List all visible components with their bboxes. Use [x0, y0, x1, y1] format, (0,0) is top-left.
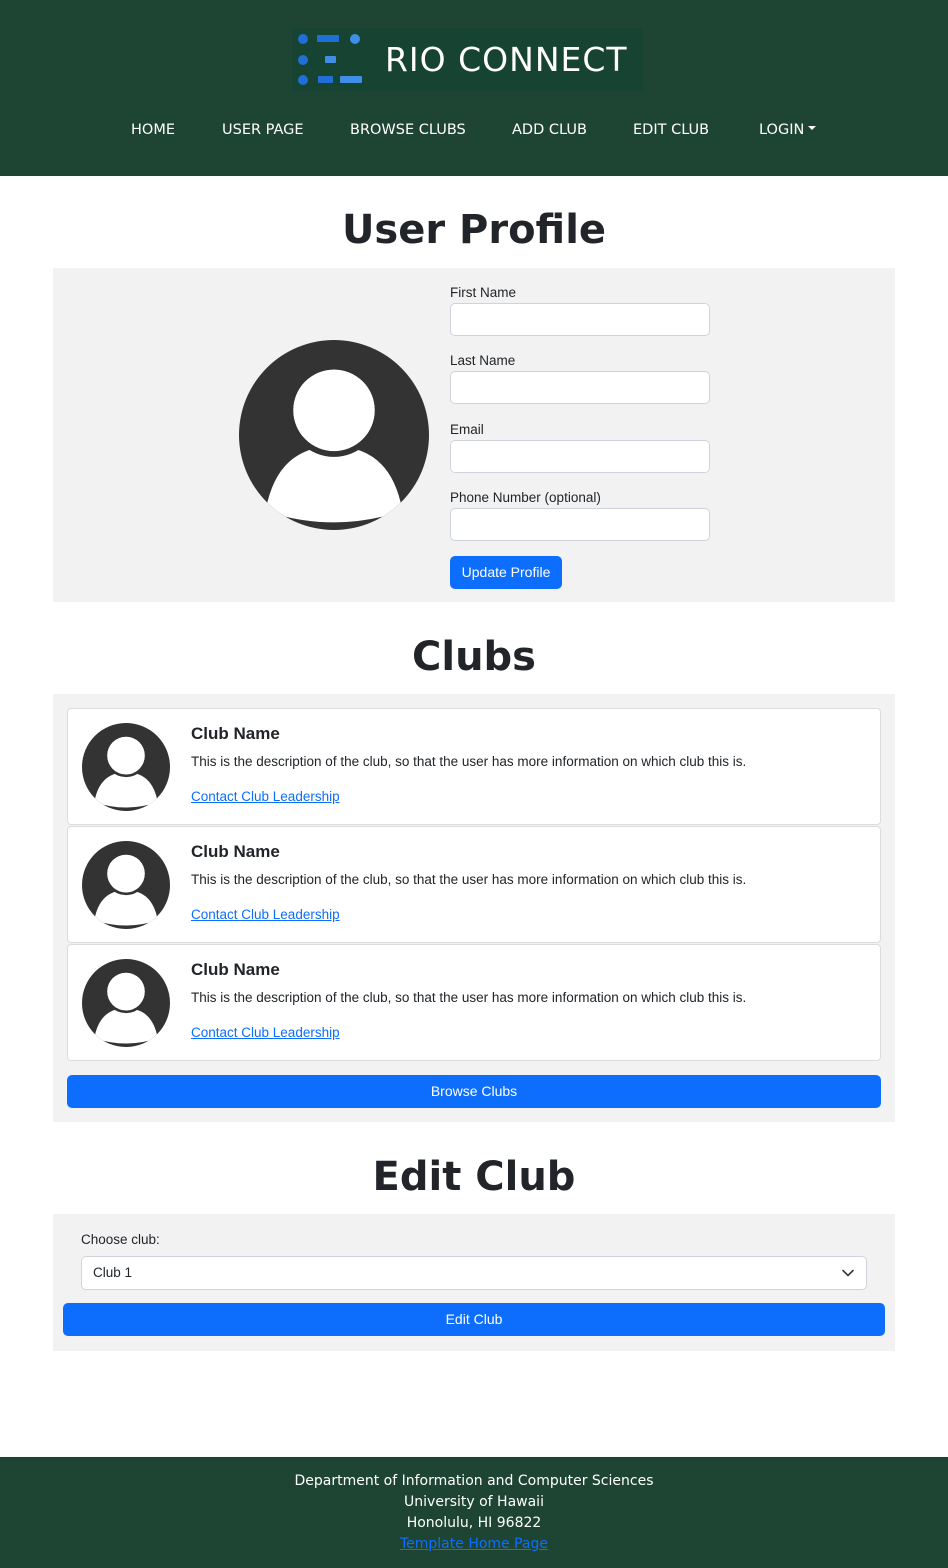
last-name-label: Last Name — [450, 353, 516, 368]
club-card: Club Name This is the description of the… — [67, 826, 881, 943]
footer-link-row: Template Home Page — [0, 1534, 948, 1554]
club-card: Club Name This is the description of the… — [67, 944, 881, 1061]
choose-club-label: Choose club: — [81, 1232, 160, 1247]
nav-home[interactable]: HOME — [131, 118, 175, 142]
first-name-input[interactable] — [450, 303, 710, 336]
phone-input[interactable] — [450, 508, 710, 541]
edit-club-panel: Choose club: Club 1 Edit Club — [53, 1214, 895, 1351]
nav-user-page[interactable]: USER PAGE — [222, 118, 304, 142]
profile-panel: First Name Last Name Email Phone Number … — [53, 268, 895, 602]
nav-login-dropdown[interactable]: LOGIN — [759, 118, 817, 142]
update-profile-button[interactable]: Update Profile — [450, 556, 562, 589]
club-description: This is the description of the club, so … — [191, 872, 747, 887]
template-home-page-link[interactable]: Template Home Page — [400, 1536, 548, 1552]
nav-add-club[interactable]: ADD CLUB — [512, 118, 587, 142]
nav-edit-club[interactable]: EDIT CLUB — [633, 118, 709, 142]
club-name: Club Name — [191, 960, 280, 979]
contact-club-leadership-link[interactable]: Contact Club Leadership — [191, 788, 340, 806]
email-label: Email — [450, 422, 484, 437]
club-avatar-icon — [82, 723, 170, 811]
club-card: Club Name This is the description of the… — [67, 708, 881, 825]
edit-club-title: Edit Club — [372, 1154, 576, 1200]
club-name: Club Name — [191, 842, 280, 861]
edit-club-button[interactable]: Edit Club — [63, 1303, 885, 1336]
club-description: This is the description of the club, so … — [191, 754, 747, 769]
club-name: Club Name — [191, 724, 280, 743]
nav-login-label: LOGIN — [759, 122, 805, 138]
club-avatar-icon — [82, 959, 170, 1047]
site-header: RIO CONNECT HOME USER PAGE BROWSE CLUBS … — [0, 0, 948, 176]
club-select-value: Club 1 — [93, 1265, 133, 1280]
caret-down-icon — [808, 126, 817, 130]
contact-club-leadership-link[interactable]: Contact Club Leadership — [191, 1024, 340, 1042]
clubs-panel: Club Name This is the description of the… — [53, 694, 895, 1122]
club-description: This is the description of the club, so … — [191, 990, 747, 1005]
footer-department: Department of Information and Computer S… — [294, 1473, 654, 1489]
profile-title: User Profile — [341, 207, 607, 253]
club-select[interactable]: Club 1 — [81, 1256, 867, 1290]
last-name-input[interactable] — [450, 371, 710, 404]
club-avatar-icon — [82, 841, 170, 929]
logo-text: RIO CONNECT — [385, 40, 628, 79]
user-avatar-icon — [239, 340, 429, 530]
clubs-title: Clubs — [412, 634, 536, 680]
phone-label: Phone Number (optional) — [450, 490, 601, 505]
first-name-label: First Name — [450, 285, 517, 300]
contact-club-leadership-link[interactable]: Contact Club Leadership — [191, 906, 340, 924]
site-logo[interactable]: RIO CONNECT — [292, 28, 643, 91]
chevron-down-icon — [842, 1269, 854, 1277]
footer-address: Honolulu, HI 96822 — [406, 1515, 542, 1531]
site-footer: Department of Information and Computer S… — [0, 1457, 948, 1568]
nav-browse-clubs[interactable]: BROWSE CLUBS — [350, 118, 466, 142]
footer-university: University of Hawaii — [404, 1494, 544, 1510]
logo-mark-icon — [298, 34, 362, 85]
browse-clubs-button[interactable]: Browse Clubs — [67, 1075, 881, 1108]
email-input[interactable] — [450, 440, 710, 473]
main-nav: HOME USER PAGE BROWSE CLUBS ADD CLUB EDI… — [0, 118, 948, 142]
